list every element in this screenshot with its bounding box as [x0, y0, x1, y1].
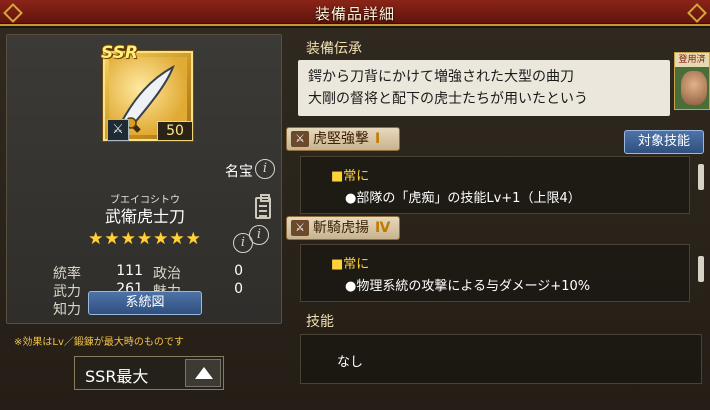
skill-tag[interactable]: ⚔ 斬騎虎揚 Ⅳ	[286, 216, 400, 240]
skill-condition: ■常に	[331, 169, 370, 184]
grade-up-button[interactable]	[185, 359, 221, 387]
recruited-tag: 登用済	[675, 53, 709, 67]
skill-tag[interactable]: ⚔ 虎堅強撃 Ⅰ	[286, 127, 400, 151]
stat-politics: 政治 0	[153, 263, 243, 282]
skill-effect: ■常に ●物理系統の攻撃による与ダメージ+10%	[300, 244, 690, 302]
skill-effect-text: ●部隊の「虎痴」の技能Lv+1（上限4）	[345, 191, 581, 206]
page-title: 装備品詳細	[314, 5, 395, 23]
officer-face	[681, 71, 707, 105]
sword-icon: ⚔	[291, 131, 309, 147]
title-bar: 装備品詳細	[0, 0, 710, 26]
weapon-level: 50	[157, 121, 193, 141]
weapon-info-panel: SSR ⚔ 50 名宝 i ブエイコシトウ 武衛虎士刀 ★★★★★★★ i 統率…	[6, 34, 282, 324]
triangle-up-icon	[195, 367, 213, 379]
lineage-chart-button[interactable]: 系統図	[88, 291, 202, 315]
weapon-name: 武衛虎士刀	[104, 207, 185, 226]
ability-title: 技能	[306, 314, 334, 330]
rarity-badge: SSR	[101, 43, 138, 63]
sword-type-icon: ⚔	[107, 119, 129, 141]
effect-note: ※効果はLv／鍛錬が最大時のものです	[14, 337, 184, 348]
skill-rank: Ⅳ	[375, 220, 391, 236]
skill-name: 虎堅強撃	[313, 131, 369, 147]
lore-line: 大剛の督将と配下の虎士たちが用いたという	[308, 91, 588, 107]
lore-line: 鍔から刀背にかけて増強された大型の曲刀	[308, 69, 574, 85]
skill-name: 斬騎虎揚	[313, 220, 369, 236]
ability-value: なし	[337, 355, 364, 370]
stat-intelligence: 知力 0	[53, 299, 143, 318]
lore-description: 鍔から刀背にかけて増強された大型の曲刀 大剛の督将と配下の虎士たちが用いたという	[298, 60, 670, 116]
scrollbar[interactable]	[698, 164, 704, 190]
lore-title: 装備伝承	[306, 41, 362, 57]
skill-effect: ■常に ●部隊の「虎痴」の技能Lv+1（上限4）	[300, 156, 690, 214]
skill-condition: ■常に	[331, 257, 370, 272]
grade-select[interactable]: SSR最大	[74, 356, 224, 390]
memo-icon[interactable]	[255, 194, 271, 219]
skill-effect-text: ●物理系統の攻撃による与ダメージ+10%	[345, 279, 591, 294]
stats-info-icon[interactable]: i	[249, 225, 269, 245]
stat-might: 武力 261	[53, 281, 143, 300]
skill-rank: Ⅰ	[375, 131, 381, 147]
scrollbar[interactable]	[698, 256, 704, 282]
grade-select-value: SSR最大	[85, 367, 149, 386]
sword-icon: ⚔	[291, 220, 309, 236]
target-skill-button[interactable]: 対象技能	[624, 130, 704, 154]
ability-box: なし	[300, 334, 702, 384]
info-icon[interactable]: i	[255, 159, 275, 179]
meibou-label: 名宝	[225, 164, 253, 180]
stat-leadership: 統率 111	[53, 263, 143, 282]
officer-portrait[interactable]: 登用済	[674, 52, 710, 110]
